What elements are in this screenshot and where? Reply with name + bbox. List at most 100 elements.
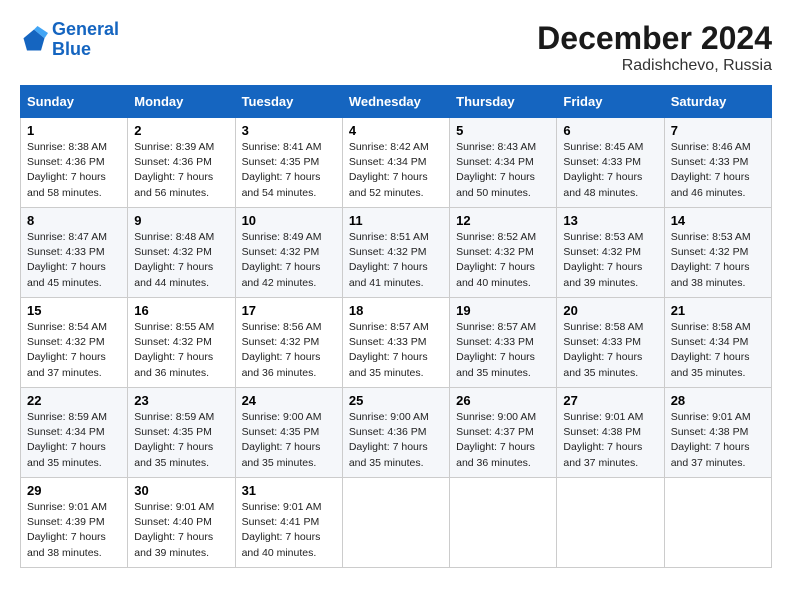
day-number: 16 bbox=[134, 303, 228, 318]
logo-icon bbox=[20, 26, 48, 54]
day-info: Sunrise: 9:01 AMSunset: 4:38 PMDaylight:… bbox=[563, 411, 643, 469]
calendar: Sunday Monday Tuesday Wednesday Thursday… bbox=[20, 85, 772, 568]
day-number: 15 bbox=[27, 303, 121, 318]
day-info: Sunrise: 9:00 AMSunset: 4:36 PMDaylight:… bbox=[349, 411, 429, 469]
calendar-day-1: 1 Sunrise: 8:38 AMSunset: 4:36 PMDayligh… bbox=[21, 118, 128, 208]
day-number: 26 bbox=[456, 393, 550, 408]
empty-cell bbox=[342, 478, 449, 568]
header-wednesday: Wednesday bbox=[342, 86, 449, 118]
header-tuesday: Tuesday bbox=[235, 86, 342, 118]
calendar-day-16: 16 Sunrise: 8:55 AMSunset: 4:32 PMDaylig… bbox=[128, 298, 235, 388]
day-number: 25 bbox=[349, 393, 443, 408]
calendar-day-12: 12 Sunrise: 8:52 AMSunset: 4:32 PMDaylig… bbox=[450, 208, 557, 298]
day-number: 10 bbox=[242, 213, 336, 228]
day-number: 24 bbox=[242, 393, 336, 408]
day-info: Sunrise: 9:01 AMSunset: 4:38 PMDaylight:… bbox=[671, 411, 751, 469]
day-number: 6 bbox=[563, 123, 657, 138]
day-number: 20 bbox=[563, 303, 657, 318]
calendar-day-23: 23 Sunrise: 8:59 AMSunset: 4:35 PMDaylig… bbox=[128, 388, 235, 478]
location: Radishchevo, Russia bbox=[537, 57, 772, 75]
logo: General Blue bbox=[20, 20, 119, 60]
day-number: 23 bbox=[134, 393, 228, 408]
day-number: 3 bbox=[242, 123, 336, 138]
calendar-day-21: 21 Sunrise: 8:58 AMSunset: 4:34 PMDaylig… bbox=[664, 298, 771, 388]
day-number: 5 bbox=[456, 123, 550, 138]
day-number: 13 bbox=[563, 213, 657, 228]
calendar-day-7: 7 Sunrise: 8:46 AMSunset: 4:33 PMDayligh… bbox=[664, 118, 771, 208]
calendar-day-25: 25 Sunrise: 9:00 AMSunset: 4:36 PMDaylig… bbox=[342, 388, 449, 478]
calendar-day-18: 18 Sunrise: 8:57 AMSunset: 4:33 PMDaylig… bbox=[342, 298, 449, 388]
header-saturday: Saturday bbox=[664, 86, 771, 118]
calendar-day-5: 5 Sunrise: 8:43 AMSunset: 4:34 PMDayligh… bbox=[450, 118, 557, 208]
header-friday: Friday bbox=[557, 86, 664, 118]
calendar-day-26: 26 Sunrise: 9:00 AMSunset: 4:37 PMDaylig… bbox=[450, 388, 557, 478]
calendar-day-2: 2 Sunrise: 8:39 AMSunset: 4:36 PMDayligh… bbox=[128, 118, 235, 208]
day-info: Sunrise: 8:48 AMSunset: 4:32 PMDaylight:… bbox=[134, 231, 214, 289]
calendar-day-14: 14 Sunrise: 8:53 AMSunset: 4:32 PMDaylig… bbox=[664, 208, 771, 298]
day-info: Sunrise: 9:01 AMSunset: 4:39 PMDaylight:… bbox=[27, 501, 107, 559]
logo-text: General Blue bbox=[52, 20, 119, 60]
empty-cell bbox=[557, 478, 664, 568]
calendar-day-24: 24 Sunrise: 9:00 AMSunset: 4:35 PMDaylig… bbox=[235, 388, 342, 478]
day-info: Sunrise: 8:53 AMSunset: 4:32 PMDaylight:… bbox=[563, 231, 643, 289]
month-title: December 2024 bbox=[537, 20, 772, 57]
day-info: Sunrise: 8:53 AMSunset: 4:32 PMDaylight:… bbox=[671, 231, 751, 289]
day-number: 2 bbox=[134, 123, 228, 138]
day-info: Sunrise: 8:59 AMSunset: 4:34 PMDaylight:… bbox=[27, 411, 107, 469]
empty-cell bbox=[664, 478, 771, 568]
weekday-header-row: Sunday Monday Tuesday Wednesday Thursday… bbox=[21, 86, 772, 118]
header-thursday: Thursday bbox=[450, 86, 557, 118]
day-number: 1 bbox=[27, 123, 121, 138]
day-info: Sunrise: 9:00 AMSunset: 4:37 PMDaylight:… bbox=[456, 411, 536, 469]
day-info: Sunrise: 9:01 AMSunset: 4:40 PMDaylight:… bbox=[134, 501, 214, 559]
day-info: Sunrise: 8:43 AMSunset: 4:34 PMDaylight:… bbox=[456, 141, 536, 199]
day-info: Sunrise: 8:57 AMSunset: 4:33 PMDaylight:… bbox=[349, 321, 429, 379]
logo-general: General bbox=[52, 19, 119, 39]
calendar-day-8: 8 Sunrise: 8:47 AMSunset: 4:33 PMDayligh… bbox=[21, 208, 128, 298]
day-info: Sunrise: 8:58 AMSunset: 4:33 PMDaylight:… bbox=[563, 321, 643, 379]
day-number: 8 bbox=[27, 213, 121, 228]
header-monday: Monday bbox=[128, 86, 235, 118]
day-info: Sunrise: 8:52 AMSunset: 4:32 PMDaylight:… bbox=[456, 231, 536, 289]
calendar-day-19: 19 Sunrise: 8:57 AMSunset: 4:33 PMDaylig… bbox=[450, 298, 557, 388]
calendar-day-17: 17 Sunrise: 8:56 AMSunset: 4:32 PMDaylig… bbox=[235, 298, 342, 388]
day-number: 29 bbox=[27, 483, 121, 498]
day-info: Sunrise: 8:47 AMSunset: 4:33 PMDaylight:… bbox=[27, 231, 107, 289]
day-info: Sunrise: 9:01 AMSunset: 4:41 PMDaylight:… bbox=[242, 501, 322, 559]
calendar-day-3: 3 Sunrise: 8:41 AMSunset: 4:35 PMDayligh… bbox=[235, 118, 342, 208]
calendar-day-22: 22 Sunrise: 8:59 AMSunset: 4:34 PMDaylig… bbox=[21, 388, 128, 478]
calendar-day-11: 11 Sunrise: 8:51 AMSunset: 4:32 PMDaylig… bbox=[342, 208, 449, 298]
calendar-day-29: 29 Sunrise: 9:01 AMSunset: 4:39 PMDaylig… bbox=[21, 478, 128, 568]
title-area: December 2024 Radishchevo, Russia bbox=[537, 20, 772, 75]
day-info: Sunrise: 8:59 AMSunset: 4:35 PMDaylight:… bbox=[134, 411, 214, 469]
day-info: Sunrise: 8:39 AMSunset: 4:36 PMDaylight:… bbox=[134, 141, 214, 199]
header-sunday: Sunday bbox=[21, 86, 128, 118]
calendar-day-4: 4 Sunrise: 8:42 AMSunset: 4:34 PMDayligh… bbox=[342, 118, 449, 208]
header: General Blue December 2024 Radishchevo, … bbox=[20, 20, 772, 75]
day-number: 19 bbox=[456, 303, 550, 318]
day-number: 4 bbox=[349, 123, 443, 138]
calendar-day-31: 31 Sunrise: 9:01 AMSunset: 4:41 PMDaylig… bbox=[235, 478, 342, 568]
logo-blue: Blue bbox=[52, 39, 91, 59]
day-info: Sunrise: 8:49 AMSunset: 4:32 PMDaylight:… bbox=[242, 231, 322, 289]
day-info: Sunrise: 8:46 AMSunset: 4:33 PMDaylight:… bbox=[671, 141, 751, 199]
day-number: 30 bbox=[134, 483, 228, 498]
calendar-day-13: 13 Sunrise: 8:53 AMSunset: 4:32 PMDaylig… bbox=[557, 208, 664, 298]
calendar-day-9: 9 Sunrise: 8:48 AMSunset: 4:32 PMDayligh… bbox=[128, 208, 235, 298]
calendar-day-10: 10 Sunrise: 8:49 AMSunset: 4:32 PMDaylig… bbox=[235, 208, 342, 298]
day-info: Sunrise: 9:00 AMSunset: 4:35 PMDaylight:… bbox=[242, 411, 322, 469]
day-number: 9 bbox=[134, 213, 228, 228]
calendar-day-6: 6 Sunrise: 8:45 AMSunset: 4:33 PMDayligh… bbox=[557, 118, 664, 208]
day-info: Sunrise: 8:54 AMSunset: 4:32 PMDaylight:… bbox=[27, 321, 107, 379]
day-info: Sunrise: 8:38 AMSunset: 4:36 PMDaylight:… bbox=[27, 141, 107, 199]
day-info: Sunrise: 8:56 AMSunset: 4:32 PMDaylight:… bbox=[242, 321, 322, 379]
calendar-day-20: 20 Sunrise: 8:58 AMSunset: 4:33 PMDaylig… bbox=[557, 298, 664, 388]
day-number: 12 bbox=[456, 213, 550, 228]
calendar-day-28: 28 Sunrise: 9:01 AMSunset: 4:38 PMDaylig… bbox=[664, 388, 771, 478]
day-number: 31 bbox=[242, 483, 336, 498]
day-info: Sunrise: 8:57 AMSunset: 4:33 PMDaylight:… bbox=[456, 321, 536, 379]
day-number: 14 bbox=[671, 213, 765, 228]
calendar-day-15: 15 Sunrise: 8:54 AMSunset: 4:32 PMDaylig… bbox=[21, 298, 128, 388]
day-number: 27 bbox=[563, 393, 657, 408]
day-number: 22 bbox=[27, 393, 121, 408]
